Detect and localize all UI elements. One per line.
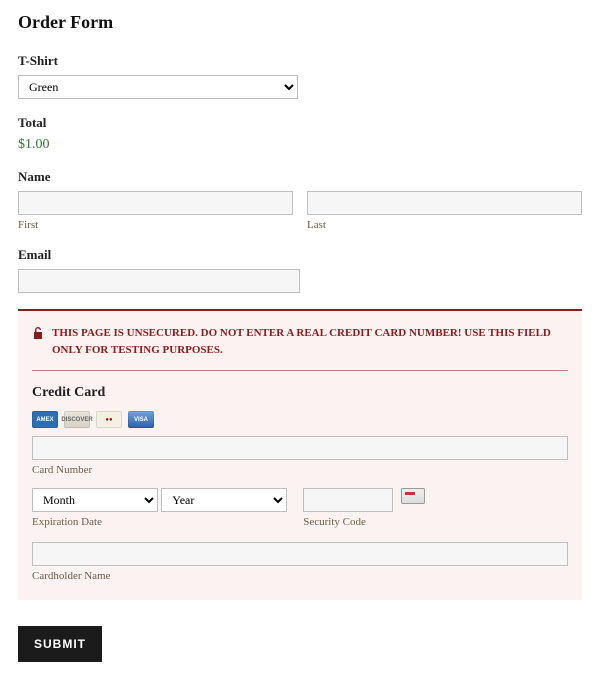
last-name-sublabel: Last (307, 219, 582, 231)
total-label: Total (18, 115, 582, 131)
submit-button[interactable]: SUBMIT (18, 626, 102, 662)
tshirt-label: T-Shirt (18, 53, 582, 69)
card-logos: AMEX DISCOVER ●● VISA (32, 411, 568, 428)
card-number-sublabel: Card Number (32, 464, 568, 476)
exp-year-select[interactable]: Year (161, 488, 287, 512)
amex-icon: AMEX (32, 411, 58, 428)
card-number-input[interactable] (32, 436, 568, 460)
unsecured-warning-text: THIS PAGE IS UNSECURED. DO NOT ENTER A R… (52, 325, 568, 358)
email-input[interactable] (18, 269, 300, 293)
security-code-input[interactable] (303, 488, 393, 512)
discover-icon: DISCOVER (64, 411, 90, 428)
page-title: Order Form (18, 12, 582, 33)
exp-month-select[interactable]: Month (32, 488, 158, 512)
security-code-sublabel: Security Code (303, 516, 424, 528)
name-label: Name (18, 169, 582, 185)
email-label: Email (18, 247, 582, 263)
credit-card-heading: Credit Card (32, 385, 568, 401)
total-value: $1.00 (18, 137, 582, 153)
cardholder-name-input[interactable] (32, 542, 568, 566)
cardholder-sublabel: Cardholder Name (32, 570, 568, 582)
unsecured-warning: THIS PAGE IS UNSECURED. DO NOT ENTER A R… (32, 321, 568, 371)
tshirt-select[interactable]: Green (18, 75, 298, 99)
first-name-sublabel: First (18, 219, 293, 231)
last-name-input[interactable] (307, 191, 582, 215)
first-name-input[interactable] (18, 191, 293, 215)
visa-icon: VISA (128, 411, 154, 428)
mastercard-icon: ●● (96, 411, 122, 428)
cvv-card-icon (401, 488, 425, 504)
unlock-icon (32, 326, 44, 346)
expiration-sublabel: Expiration Date (32, 516, 287, 528)
credit-card-section: THIS PAGE IS UNSECURED. DO NOT ENTER A R… (18, 309, 582, 600)
